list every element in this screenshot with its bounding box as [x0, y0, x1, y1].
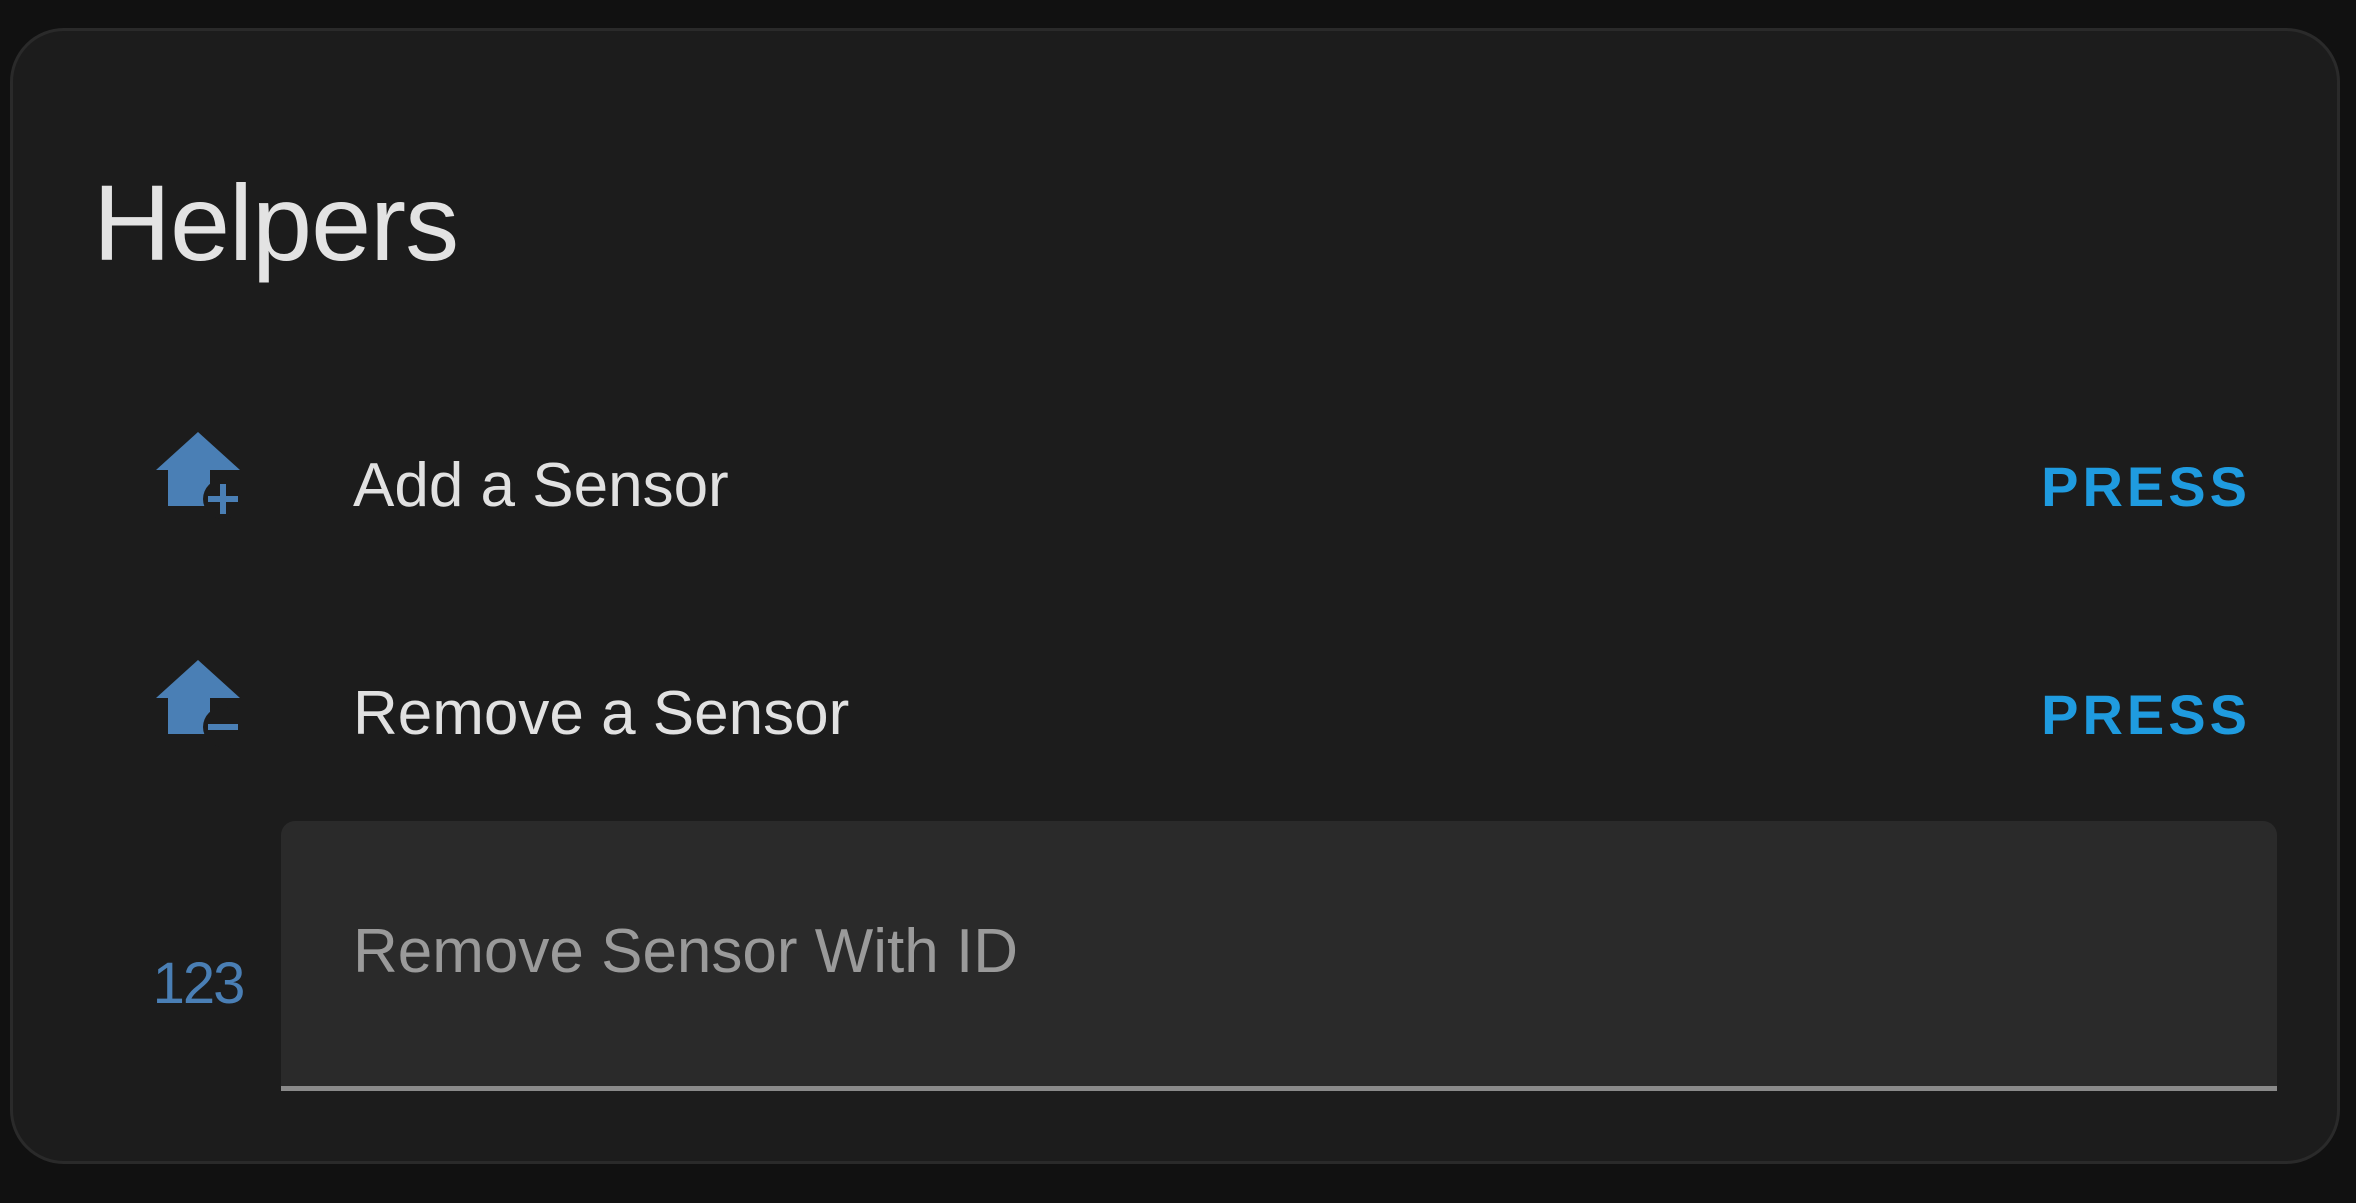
- remove-sensor-id-field[interactable]: Remove Sensor With ID: [281, 821, 2277, 1091]
- remove-sensor-press-button[interactable]: PRESS: [2041, 687, 2251, 743]
- remove-sensor-row: Remove a Sensor PRESS: [13, 635, 2337, 775]
- numeric-icon: 123: [143, 929, 253, 1039]
- card-title: Helpers: [93, 162, 459, 283]
- add-sensor-label: Add a Sensor: [353, 451, 729, 520]
- helpers-card: Helpers Add a Sensor PRESS Remove a Sens…: [10, 28, 2340, 1164]
- home-plus-icon: [143, 419, 253, 529]
- remove-sensor-id-label: Remove Sensor With ID: [353, 917, 1018, 986]
- numeric-icon-text: 123: [152, 951, 246, 1016]
- remove-sensor-label: Remove a Sensor: [353, 679, 850, 748]
- add-sensor-row: Add a Sensor PRESS: [13, 407, 2337, 547]
- home-minus-icon: [143, 647, 253, 757]
- add-sensor-press-button[interactable]: PRESS: [2041, 459, 2251, 515]
